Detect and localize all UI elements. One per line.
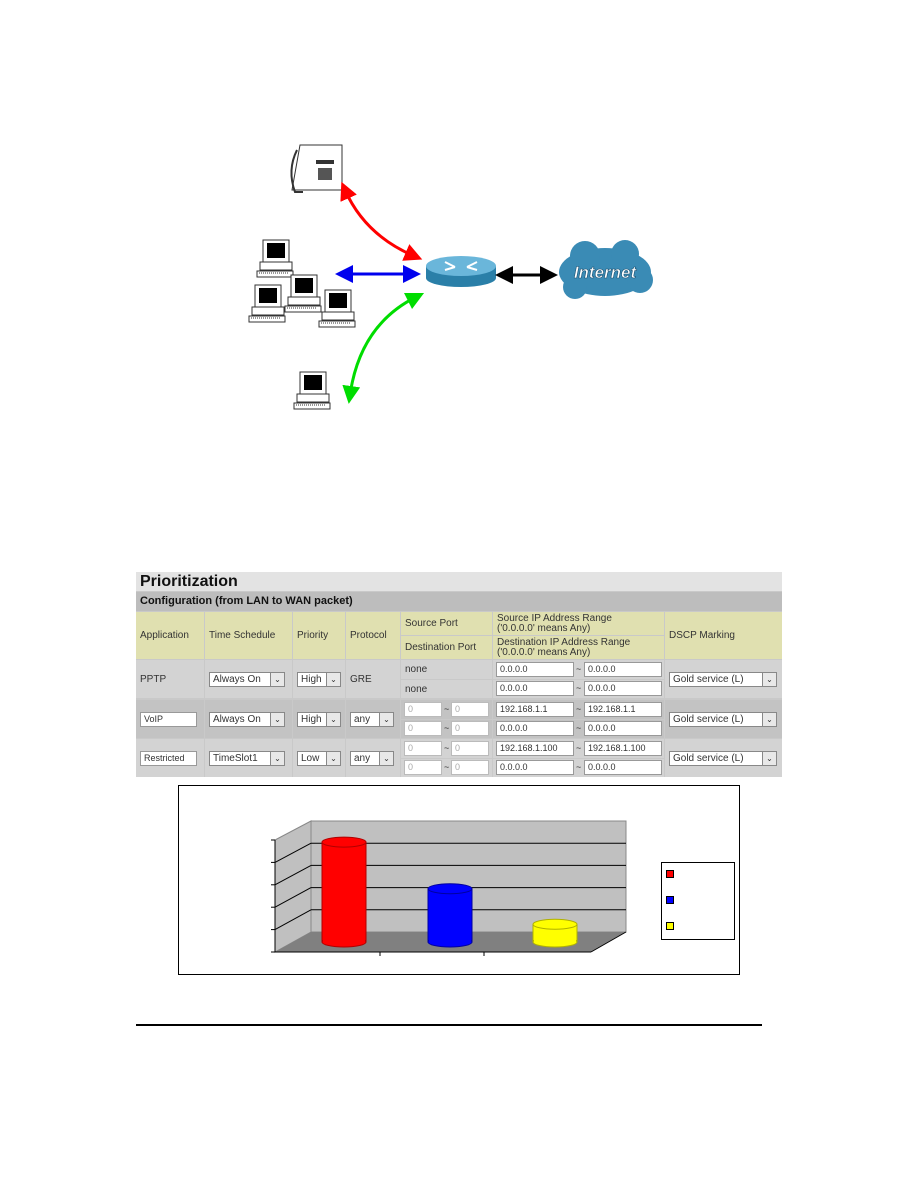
bar-cylinder-fill [323,842,365,942]
legend-swatch [666,922,674,930]
legend-swatch [666,870,674,878]
chart-plot [271,820,627,956]
bar-cylinder-top [427,883,473,895]
bar-cylinder-fill [429,888,471,942]
footer-rule [136,1024,762,1026]
legend-swatch [666,896,674,904]
bar-cylinder-top [532,918,578,930]
chart-side-wall [274,820,312,953]
chart-legend [661,862,735,940]
bar-cylinder-top [321,836,367,848]
